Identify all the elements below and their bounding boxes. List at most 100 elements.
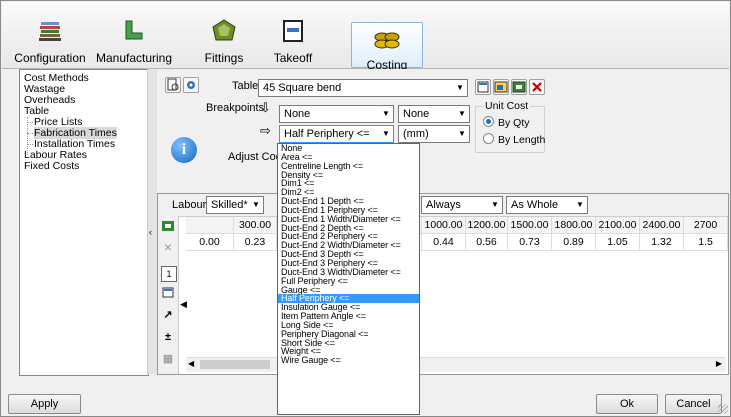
- dropdown-option[interactable]: Wire Gauge <=: [278, 356, 419, 365]
- tree-item-fixed-costs[interactable]: Fixed Costs: [24, 160, 79, 172]
- grid-toolbar: Labour Skilled* ▼ Always ▼ As Whole ▼: [158, 194, 728, 217]
- by-qty-label: By Qty: [498, 117, 530, 129]
- col-header[interactable]: 2700: [684, 217, 728, 234]
- by-length-radio[interactable]: By Length: [483, 133, 545, 146]
- whole-select-value: As Whole: [511, 199, 559, 211]
- plus-minus-icon[interactable]: ±: [161, 330, 175, 344]
- hammer-icon[interactable]: ↗: [161, 308, 175, 322]
- chevron-down-icon[interactable]: ▼: [379, 106, 393, 122]
- chevron-down-icon[interactable]: ▼: [455, 126, 469, 142]
- table-select[interactable]: 45 Square bend ▼: [258, 79, 468, 97]
- tab-configuration[interactable]: Configuration: [10, 12, 90, 66]
- grid-cell[interactable]: 1.32: [640, 234, 684, 251]
- export-icon[interactable]: [161, 220, 175, 234]
- breakpoint-grid: Labour Skilled* ▼ Always ▼ As Whole ▼ × …: [157, 193, 729, 375]
- grid-cell[interactable]: 0.44: [422, 234, 466, 251]
- breakpoint-2-unit-select[interactable]: (mm) ▼: [398, 125, 470, 143]
- takeoff-icon: [283, 20, 303, 42]
- by-qty-radio[interactable]: By Qty: [483, 116, 530, 129]
- col-header[interactable]: 1500.00: [508, 217, 552, 234]
- unit-cost-label: Unit Cost: [483, 100, 531, 112]
- always-select-value: Always: [426, 199, 461, 211]
- tree-connector: [27, 133, 33, 134]
- grid-corner-cell: [186, 217, 234, 234]
- number-one-icon[interactable]: 1: [161, 266, 177, 282]
- table-editor-panel: Table 45 Square bend ▼ Breakpoints ⇩ Non…: [157, 69, 729, 375]
- tab-takeoff[interactable]: Takeoff: [264, 12, 322, 66]
- grid-cell[interactable]: 0.56: [466, 234, 508, 251]
- main-toolbar: Configuration Manufacturing Fittings Tak…: [2, 2, 729, 72]
- breakpoints-label: Breakpoints: [206, 102, 265, 114]
- books-icon: [39, 22, 61, 41]
- breakpoint-dropdown-list[interactable]: None Area <= Centreline Length <= Densit…: [277, 143, 420, 415]
- grid-cell[interactable]: 0.89: [552, 234, 596, 251]
- properties-icon[interactable]: [161, 286, 175, 300]
- tab-manufacturing-label: Manufacturing: [95, 51, 173, 65]
- tab-costing[interactable]: Costing: [351, 22, 423, 72]
- resize-grip-icon[interactable]: [718, 404, 728, 414]
- col-header[interactable]: 300.00: [234, 217, 277, 234]
- col-header[interactable]: 2100.00: [596, 217, 640, 234]
- labour-select-value: Skilled*: [211, 199, 248, 211]
- breakpoint-2-select[interactable]: Half Periphery <= ▼: [279, 125, 394, 143]
- settings-icon[interactable]: [183, 77, 199, 93]
- table-properties-icon[interactable]: [475, 79, 491, 95]
- coins-icon: [374, 32, 400, 49]
- category-tree: Cost Methods Wastage Overheads Table Pri…: [19, 69, 149, 376]
- table-select-value: 45 Square bend: [263, 82, 342, 94]
- breakpoint-1-unit-select[interactable]: None ▼: [398, 105, 470, 123]
- chevron-down-icon[interactable]: ▼: [573, 197, 587, 213]
- tab-fittings[interactable]: Fittings: [194, 12, 254, 66]
- table-label: Table: [232, 80, 259, 92]
- grid-cell[interactable]: 0.73: [508, 234, 552, 251]
- ok-button[interactable]: Ok: [596, 394, 658, 414]
- col-header[interactable]: 1200.00: [466, 217, 508, 234]
- always-select[interactable]: Always ▼: [421, 196, 503, 214]
- chevron-down-icon[interactable]: ▼: [455, 106, 469, 122]
- breakpoint-1-select[interactable]: None ▼: [279, 105, 394, 123]
- row-header[interactable]: 0.00: [186, 234, 234, 251]
- cancel-button[interactable]: Cancel: [665, 394, 722, 414]
- breakpoint-1-unit-value: None: [403, 108, 430, 120]
- print-preview-icon[interactable]: [165, 77, 181, 93]
- whole-select[interactable]: As Whole ▼: [506, 196, 588, 214]
- export-icon[interactable]: [511, 79, 527, 95]
- close-icon[interactable]: ×: [161, 240, 175, 254]
- tab-manufacturing[interactable]: Manufacturing: [92, 12, 176, 66]
- grid-cell[interactable]: 1.05: [596, 234, 640, 251]
- horizontal-scrollbar[interactable]: ◀ ▶: [186, 357, 726, 372]
- grid-cell[interactable]: 0.23: [234, 234, 277, 251]
- breakpoint-2-value: Half Periphery <=: [284, 128, 370, 140]
- fitting-icon: [212, 19, 236, 41]
- tree-connector: [27, 122, 33, 123]
- breakpoint-2-unit-value: (mm): [403, 128, 429, 140]
- calculator-icon[interactable]: ▦: [161, 352, 175, 366]
- tree-connector: [27, 144, 33, 145]
- scrollbar-thumb[interactable]: [200, 360, 270, 369]
- labour-label: Labour: [172, 199, 207, 211]
- delete-icon[interactable]: [529, 79, 545, 95]
- pipe-icon: [125, 20, 143, 40]
- grid-side-toolbar: × 1 ↗ ± ▦: [158, 216, 179, 374]
- col-header[interactable]: 1800.00: [552, 217, 596, 234]
- apply-button[interactable]: Apply: [8, 394, 81, 414]
- tab-fittings-label: Fittings: [204, 51, 244, 65]
- scroll-left-icon[interactable]: ◀: [180, 299, 187, 310]
- col-header[interactable]: 1000.00: [422, 217, 466, 234]
- grid-cell[interactable]: 1.5: [684, 234, 728, 251]
- chevron-down-icon[interactable]: ▼: [488, 197, 502, 213]
- tab-configuration-label: Configuration: [14, 51, 86, 65]
- chevron-down-icon[interactable]: ▼: [453, 80, 467, 96]
- col-header[interactable]: 2400.00: [640, 217, 684, 234]
- image-icon[interactable]: [493, 79, 509, 95]
- scroll-left-arrow-icon[interactable]: ◀: [188, 359, 194, 368]
- chevron-down-icon[interactable]: ▼: [249, 197, 263, 213]
- arrow-down-icon: ⇩: [260, 100, 271, 115]
- breakpoint-1-value: None: [284, 108, 311, 120]
- radio-dot: [483, 133, 494, 144]
- chevron-down-icon[interactable]: ▼: [379, 126, 393, 142]
- labour-select[interactable]: Skilled* ▼: [206, 196, 264, 214]
- tab-takeoff-label: Takeoff: [273, 51, 313, 65]
- scroll-right-arrow-icon[interactable]: ▶: [716, 359, 722, 368]
- collapse-arrow-icon[interactable]: ‹: [149, 227, 152, 237]
